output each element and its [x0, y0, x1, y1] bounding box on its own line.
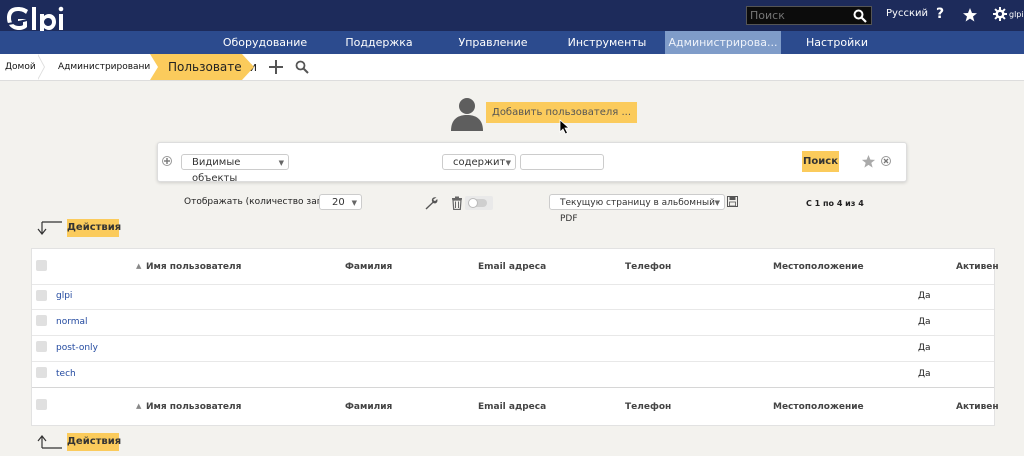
column-header-location[interactable]: Местоположение	[773, 262, 864, 272]
pagination-info: С 1 по 4 из 4	[806, 199, 864, 208]
save-icon[interactable]	[727, 196, 738, 207]
main-menu: Оборудование Поддержка Управление Инстру…	[0, 31, 1024, 54]
chevron-down-icon: ▼	[505, 159, 511, 167]
chevron-down-icon: ▼	[351, 199, 357, 207]
global-search-input[interactable]	[750, 8, 846, 23]
page-size-value: 20	[332, 197, 345, 208]
mouse-cursor-icon	[559, 119, 570, 135]
search-operator-value: содержит	[453, 157, 506, 168]
add-icon[interactable]	[268, 59, 284, 75]
page-size-select[interactable]: 20 ▼	[319, 194, 362, 210]
chevron-down-icon: ▼	[714, 199, 720, 207]
menu-assets[interactable]: Оборудование	[216, 31, 314, 54]
search-icon[interactable]	[853, 9, 867, 23]
breadcrumb: Домой Администрирование Пользователи	[0, 54, 1024, 81]
search-criteria-panel: Видимые объекты ▼ содержит ▼ Поиск	[157, 142, 907, 184]
language-selector[interactable]: Русский	[886, 8, 928, 19]
column-header-username[interactable]: Имя пользователя	[146, 262, 241, 272]
column-header-lastname[interactable]: Фамилия	[345, 262, 392, 272]
mass-actions-button-top[interactable]: Действия	[67, 219, 121, 237]
active-value: Да	[918, 291, 931, 301]
search-operator-select[interactable]: содержит ▼	[442, 154, 516, 170]
star-icon[interactable]	[962, 7, 978, 23]
active-value: Да	[918, 343, 931, 353]
menu-assistance[interactable]: Поддержка	[330, 31, 428, 54]
users-table: ▲ Имя пользователя Фамилия Email адреса …	[31, 248, 999, 426]
user-icon	[451, 98, 483, 131]
row-checkbox[interactable]	[36, 290, 47, 301]
active-value: Да	[918, 317, 931, 327]
row-divider	[32, 284, 994, 285]
column-footer-active[interactable]: Активен	[956, 402, 999, 412]
search-field-value: Видимые объекты	[192, 157, 241, 184]
add-criterion-icon[interactable]	[162, 156, 172, 166]
chevron-down-icon: ▼	[278, 159, 284, 167]
column-footer-lastname[interactable]: Фамилия	[345, 402, 392, 412]
select-all-checkbox-bottom[interactable]	[36, 399, 47, 410]
search-button[interactable]: Поиск	[802, 151, 839, 172]
search-field-select[interactable]: Видимые объекты ▼	[181, 154, 289, 184]
row-checkbox[interactable]	[36, 367, 47, 378]
user-link[interactable]: tech	[56, 369, 76, 379]
column-footer-location[interactable]: Местоположение	[773, 402, 864, 412]
mass-actions-button-bottom[interactable]: Действия	[67, 433, 121, 451]
export-format-select[interactable]: Текущую страницу в альбомный PDF ▼	[549, 194, 725, 224]
deleted-items-toggle[interactable]	[465, 196, 493, 210]
row-checkbox[interactable]	[36, 315, 47, 326]
wrench-icon[interactable]	[424, 196, 438, 210]
row-divider	[32, 335, 994, 336]
select-all-checkbox[interactable]	[36, 260, 47, 271]
column-footer-email[interactable]: Email адреса	[478, 402, 546, 412]
row-divider	[32, 361, 994, 362]
bookmark-star-icon[interactable]	[861, 154, 876, 169]
column-header-email[interactable]: Email адреса	[478, 262, 546, 272]
row-divider	[32, 387, 994, 388]
breadcrumb-administration[interactable]: Администрирование	[58, 54, 156, 80]
arrow-down-left-icon	[37, 221, 62, 235]
user-link[interactable]: glpi	[56, 291, 72, 301]
reset-search-icon[interactable]	[881, 156, 891, 166]
search-icon[interactable]	[295, 60, 309, 74]
top-bar: Русский ? glpi	[0, 0, 1024, 34]
menu-management[interactable]: Управление	[444, 31, 542, 54]
menu-tools[interactable]: Инструменты	[558, 31, 656, 54]
breadcrumb-home[interactable]: Домой	[5, 54, 36, 80]
glpi-logo-icon	[7, 6, 64, 34]
toggle-knob	[468, 198, 478, 208]
row-checkbox[interactable]	[36, 341, 47, 352]
breadcrumb-users[interactable]: Пользователи	[150, 54, 257, 80]
user-name[interactable]: glpi	[1009, 10, 1024, 19]
gear-icon[interactable]	[993, 7, 1007, 21]
column-footer-phone[interactable]: Телефон	[625, 402, 671, 412]
help-icon[interactable]: ?	[936, 6, 944, 22]
user-link[interactable]: post-only	[56, 343, 98, 353]
column-header-active[interactable]: Активен	[956, 262, 999, 272]
breadcrumb-arrow	[242, 54, 254, 80]
breadcrumb-separator	[37, 54, 44, 80]
menu-setup[interactable]: Настройки	[790, 31, 884, 54]
trash-icon[interactable]	[451, 196, 463, 210]
global-search[interactable]	[746, 6, 872, 25]
search-value-input[interactable]	[520, 154, 604, 170]
sort-ascending-icon[interactable]: ▲	[136, 402, 141, 410]
active-value: Да	[918, 369, 931, 379]
row-divider	[32, 309, 994, 310]
menu-administration[interactable]: Администрирова...	[665, 31, 781, 54]
arrow-up-left-icon	[37, 435, 62, 449]
user-link[interactable]: normal	[56, 317, 88, 327]
column-header-phone[interactable]: Телефон	[625, 262, 671, 272]
column-footer-username[interactable]: Имя пользователя	[146, 402, 241, 412]
sort-ascending-icon[interactable]: ▲	[136, 262, 141, 270]
breadcrumb-notch	[150, 54, 158, 80]
export-format-value: Текущую страницу в альбомный PDF	[560, 198, 715, 224]
